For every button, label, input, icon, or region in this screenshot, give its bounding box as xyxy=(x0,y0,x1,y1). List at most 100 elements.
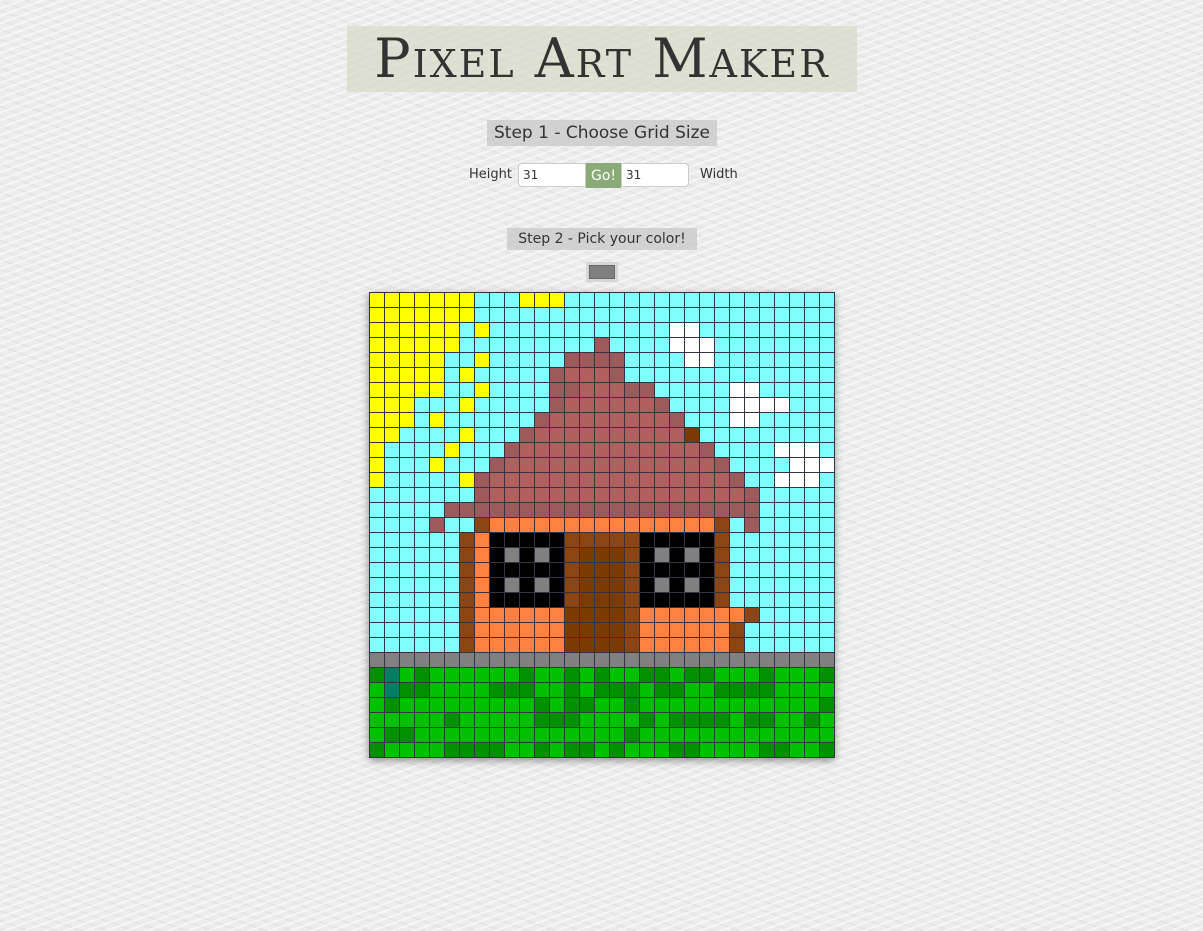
pixel-cell[interactable] xyxy=(639,472,655,488)
pixel-cell[interactable] xyxy=(714,727,730,743)
pixel-cell[interactable] xyxy=(594,652,610,668)
pixel-cell[interactable] xyxy=(489,322,505,338)
pixel-cell[interactable] xyxy=(729,412,745,428)
pixel-cell[interactable] xyxy=(804,457,820,473)
pixel-cell[interactable] xyxy=(624,322,640,338)
pixel-cell[interactable] xyxy=(594,487,610,503)
pixel-cell[interactable] xyxy=(534,427,550,443)
pixel-cell[interactable] xyxy=(609,697,625,713)
pixel-cell[interactable] xyxy=(744,697,760,713)
pixel-cell[interactable] xyxy=(369,562,385,578)
pixel-cell[interactable] xyxy=(624,352,640,368)
pixel-cell[interactable] xyxy=(489,517,505,533)
pixel-cell[interactable] xyxy=(684,442,700,458)
pixel-cell[interactable] xyxy=(384,577,400,593)
pixel-cell[interactable] xyxy=(774,292,790,308)
pixel-cell[interactable] xyxy=(819,727,835,743)
pixel-cell[interactable] xyxy=(804,712,820,728)
pixel-cell[interactable] xyxy=(654,517,670,533)
pixel-cell[interactable] xyxy=(744,547,760,563)
pixel-cell[interactable] xyxy=(504,517,520,533)
pixel-cell[interactable] xyxy=(639,607,655,623)
pixel-cell[interactable] xyxy=(414,292,430,308)
pixel-cell[interactable] xyxy=(654,337,670,353)
pixel-cell[interactable] xyxy=(534,487,550,503)
pixel-cell[interactable] xyxy=(774,727,790,743)
pixel-cell[interactable] xyxy=(744,322,760,338)
pixel-cell[interactable] xyxy=(549,487,565,503)
pixel-cell[interactable] xyxy=(729,547,745,563)
pixel-cell[interactable] xyxy=(444,742,460,758)
pixel-cell[interactable] xyxy=(744,742,760,758)
pixel-cell[interactable] xyxy=(759,367,775,383)
pixel-cell[interactable] xyxy=(444,592,460,608)
pixel-cell[interactable] xyxy=(429,457,445,473)
pixel-cell[interactable] xyxy=(624,547,640,563)
pixel-cell[interactable] xyxy=(504,307,520,323)
pixel-cell[interactable] xyxy=(429,307,445,323)
pixel-cell[interactable] xyxy=(384,412,400,428)
pixel-cell[interactable] xyxy=(504,352,520,368)
pixel-cell[interactable] xyxy=(369,517,385,533)
pixel-cell[interactable] xyxy=(609,412,625,428)
pixel-cell[interactable] xyxy=(624,712,640,728)
pixel-cell[interactable] xyxy=(774,367,790,383)
pixel-cell[interactable] xyxy=(699,367,715,383)
pixel-cell[interactable] xyxy=(684,367,700,383)
pixel-cell[interactable] xyxy=(414,652,430,668)
pixel-cell[interactable] xyxy=(804,562,820,578)
pixel-cell[interactable] xyxy=(609,487,625,503)
pixel-cell[interactable] xyxy=(639,442,655,458)
pixel-cell[interactable] xyxy=(519,367,535,383)
pixel-cell[interactable] xyxy=(384,592,400,608)
pixel-cell[interactable] xyxy=(714,472,730,488)
pixel-cell[interactable] xyxy=(414,322,430,338)
pixel-cell[interactable] xyxy=(489,742,505,758)
pixel-cell[interactable] xyxy=(399,637,415,653)
pixel-cell[interactable] xyxy=(369,367,385,383)
pixel-cell[interactable] xyxy=(549,427,565,443)
pixel-cell[interactable] xyxy=(444,487,460,503)
pixel-cell[interactable] xyxy=(504,697,520,713)
pixel-cell[interactable] xyxy=(474,562,490,578)
pixel-cell[interactable] xyxy=(414,592,430,608)
pixel-cell[interactable] xyxy=(819,682,835,698)
pixel-cell[interactable] xyxy=(804,592,820,608)
pixel-cell[interactable] xyxy=(459,742,475,758)
pixel-cell[interactable] xyxy=(789,412,805,428)
pixel-cell[interactable] xyxy=(669,337,685,353)
pixel-cell[interactable] xyxy=(789,562,805,578)
pixel-cell[interactable] xyxy=(729,712,745,728)
pixel-cell[interactable] xyxy=(729,562,745,578)
pixel-cell[interactable] xyxy=(474,517,490,533)
pixel-cell[interactable] xyxy=(744,307,760,323)
pixel-cell[interactable] xyxy=(609,427,625,443)
pixel-cell[interactable] xyxy=(624,682,640,698)
pixel-cell[interactable] xyxy=(759,472,775,488)
pixel-cell[interactable] xyxy=(699,637,715,653)
pixel-cell[interactable] xyxy=(504,547,520,563)
pixel-cell[interactable] xyxy=(744,487,760,503)
pixel-cell[interactable] xyxy=(804,532,820,548)
pixel-cell[interactable] xyxy=(729,742,745,758)
pixel-cell[interactable] xyxy=(399,442,415,458)
pixel-cell[interactable] xyxy=(489,667,505,683)
pixel-cell[interactable] xyxy=(534,592,550,608)
pixel-cell[interactable] xyxy=(684,652,700,668)
pixel-cell[interactable] xyxy=(789,742,805,758)
pixel-cell[interactable] xyxy=(489,382,505,398)
pixel-cell[interactable] xyxy=(534,712,550,728)
pixel-cell[interactable] xyxy=(744,442,760,458)
pixel-cell[interactable] xyxy=(774,652,790,668)
pixel-cell[interactable] xyxy=(744,367,760,383)
pixel-cell[interactable] xyxy=(534,367,550,383)
pixel-cell[interactable] xyxy=(774,562,790,578)
pixel-cell[interactable] xyxy=(519,307,535,323)
pixel-cell[interactable] xyxy=(534,727,550,743)
pixel-cell[interactable] xyxy=(714,682,730,698)
pixel-cell[interactable] xyxy=(504,577,520,593)
pixel-cell[interactable] xyxy=(459,307,475,323)
pixel-cell[interactable] xyxy=(384,562,400,578)
pixel-cell[interactable] xyxy=(384,397,400,413)
pixel-cell[interactable] xyxy=(519,487,535,503)
